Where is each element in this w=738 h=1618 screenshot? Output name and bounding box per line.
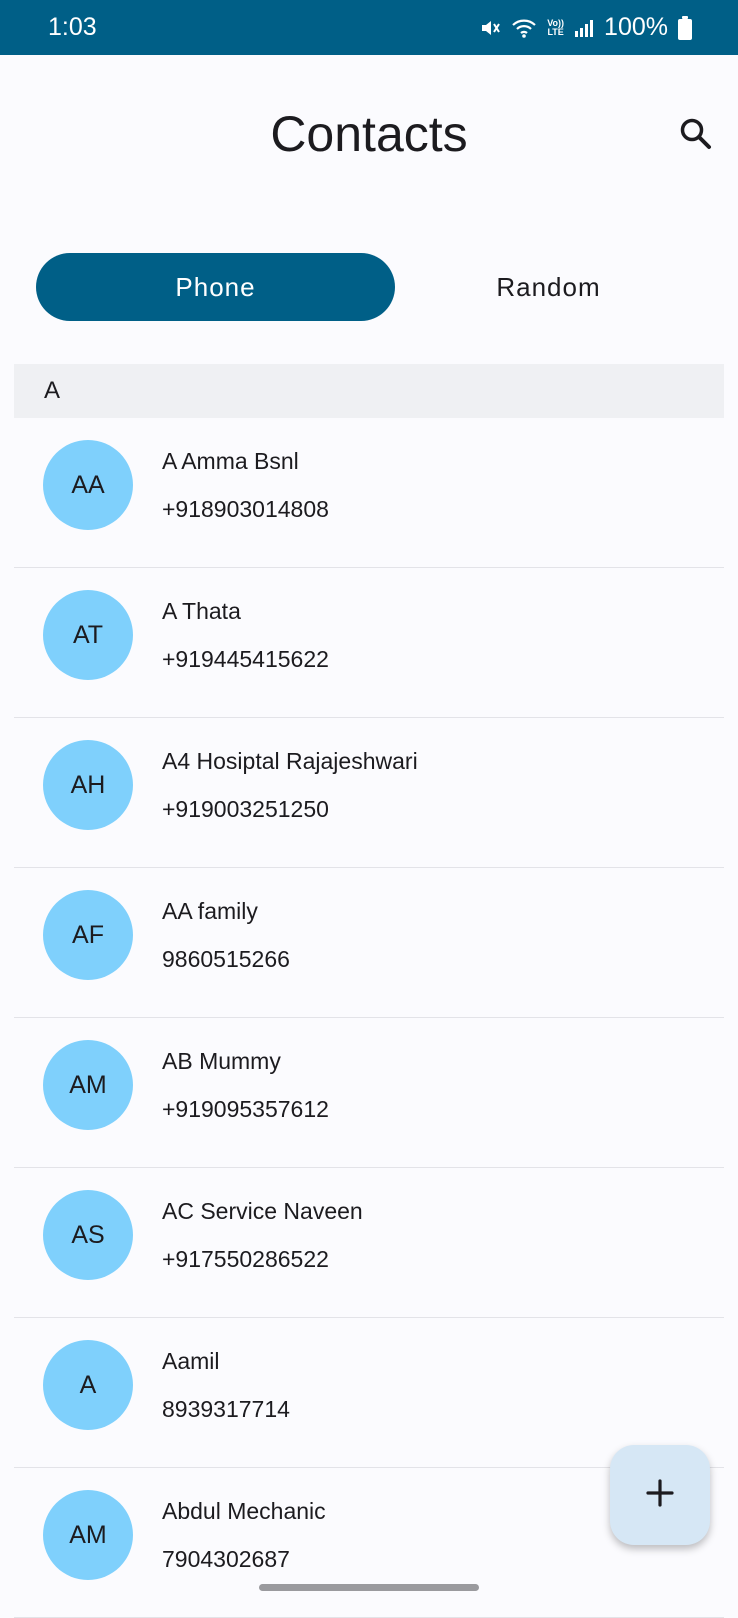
contact-name: AB Mummy — [162, 1048, 281, 1074]
avatar-initials: AM — [69, 1070, 107, 1099]
avatar: A — [43, 1340, 133, 1430]
contact-row[interactable]: AM AB Mummy +919095357612 — [14, 1018, 724, 1168]
contact-row[interactable]: AH A4 Hosiptal Rajajeshwari +91900325125… — [14, 718, 724, 868]
contact-name: A Amma Bsnl — [162, 448, 299, 474]
avatar-initials: AA — [71, 470, 105, 499]
contact-list: AA A Amma Bsnl +918903014808 AT A Thata … — [14, 418, 724, 1618]
battery-percent: 100% — [604, 13, 668, 41]
wifi-icon — [511, 17, 537, 39]
contact-phone: +919095357612 — [162, 1096, 329, 1122]
contact-row[interactable]: AS AC Service Naveen +917550286522 — [14, 1168, 724, 1318]
status-icons: Vo)) LTE 100% — [479, 13, 692, 42]
tab-phone[interactable]: Phone — [36, 253, 395, 321]
contact-phone: +919445415622 — [162, 646, 329, 672]
contact-phone: +919003251250 — [162, 796, 329, 822]
avatar: AH — [43, 740, 133, 830]
avatar: AA — [43, 440, 133, 530]
contact-phone: 8939317714 — [162, 1396, 290, 1422]
mute-icon — [479, 17, 501, 39]
contact-name: A4 Hosiptal Rajajeshwari — [162, 748, 418, 774]
contact-phone: +918903014808 — [162, 496, 329, 522]
volte-bottom-label: LTE — [547, 26, 564, 37]
status-bar: 1:03 Vo)) LTE 100% — [0, 0, 738, 55]
plus-icon — [645, 1478, 675, 1513]
contact-phone: +917550286522 — [162, 1246, 329, 1272]
avatar-initials: AF — [72, 920, 104, 949]
contact-row[interactable]: AT A Thata +919445415622 — [14, 568, 724, 718]
search-icon — [679, 117, 713, 156]
avatar-initials: AH — [70, 770, 106, 799]
section-header: A — [14, 364, 724, 418]
status-time: 1:03 — [48, 13, 97, 41]
avatar: AT — [43, 590, 133, 680]
contact-phone: 9860515266 — [162, 946, 290, 972]
contact-name: AA family — [162, 898, 258, 924]
contact-name: AC Service Naveen — [162, 1198, 363, 1224]
contact-phone: 7904302687 — [162, 1546, 290, 1572]
contact-row[interactable]: AF AA family 9860515266 — [14, 868, 724, 1018]
avatar-initials: AT — [72, 620, 104, 649]
source-segmented-control: Phone Random — [36, 253, 702, 321]
search-button[interactable] — [672, 112, 720, 160]
contact-name: Abdul Mechanic — [162, 1498, 326, 1524]
battery-icon — [678, 15, 692, 40]
avatar-initials: A — [79, 1370, 97, 1399]
avatar: AM — [43, 1490, 133, 1580]
tab-random[interactable]: Random — [395, 253, 702, 321]
signal-icon — [574, 18, 594, 38]
contact-row[interactable]: AA A Amma Bsnl +918903014808 — [14, 418, 724, 568]
avatar: AM — [43, 1040, 133, 1130]
contact-name: A Thata — [162, 598, 241, 624]
contact-row[interactable]: A Aamil 8939317714 — [14, 1318, 724, 1468]
avatar: AF — [43, 890, 133, 980]
contact-name: Aamil — [162, 1348, 220, 1374]
home-indicator[interactable] — [259, 1584, 479, 1591]
add-contact-button[interactable] — [610, 1445, 710, 1545]
section-letter: A — [44, 377, 61, 404]
volte-lte-icon: Vo)) LTE — [547, 18, 564, 37]
page-title: Contacts — [270, 106, 468, 162]
avatar: AS — [43, 1190, 133, 1280]
avatar-initials: AM — [69, 1520, 107, 1549]
avatar-initials: AS — [71, 1220, 105, 1249]
